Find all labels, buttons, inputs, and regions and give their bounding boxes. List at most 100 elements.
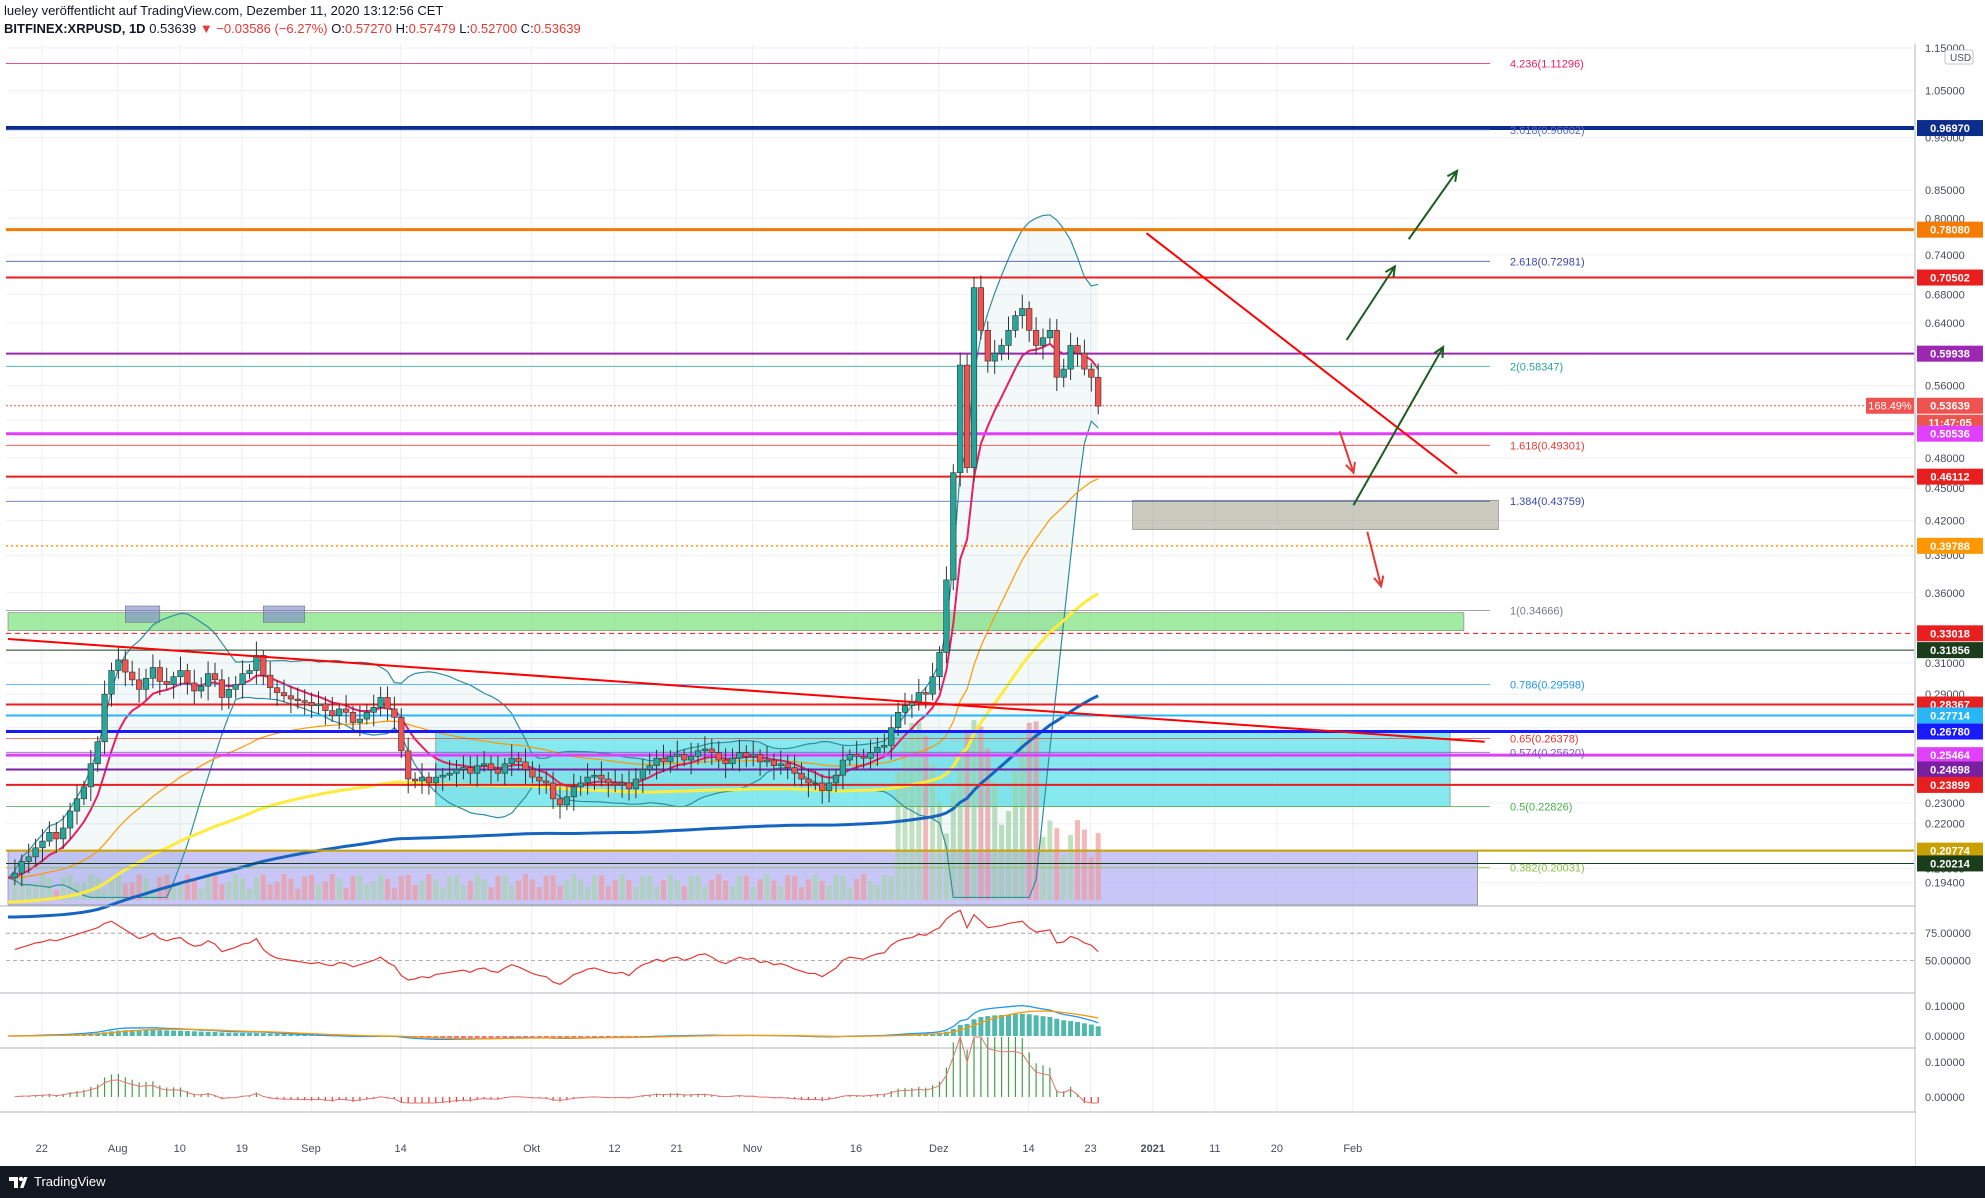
price-badge-label: 0.33018 bbox=[1930, 628, 1970, 640]
price-badge-label: 0.46112 bbox=[1930, 472, 1969, 484]
macd-hist bbox=[164, 1030, 170, 1036]
candle-body bbox=[853, 754, 860, 757]
macd-hist bbox=[1019, 1013, 1025, 1036]
candle-body bbox=[763, 759, 771, 763]
volume-bar bbox=[523, 874, 528, 900]
candle-body bbox=[32, 847, 39, 858]
price-badge-label: 0.59938 bbox=[1930, 349, 1970, 361]
chart-canvas[interactable]: 4.236(1.11296) 3.618(0.96602) 2.618(0.7298… bbox=[0, 44, 1985, 1166]
volume-bar bbox=[205, 876, 211, 900]
candle-body bbox=[232, 684, 239, 690]
time-tick: 22 bbox=[36, 1143, 48, 1155]
candle-body bbox=[556, 798, 564, 806]
volume-bar bbox=[481, 879, 487, 900]
publisher-line: lueley veröffentlicht auf TradingView.co… bbox=[4, 3, 444, 18]
volume-bar bbox=[385, 878, 390, 900]
macd-hist bbox=[1047, 1016, 1053, 1036]
candle-body bbox=[881, 745, 888, 748]
candle-body bbox=[115, 659, 122, 671]
candle-body bbox=[805, 778, 812, 784]
macd-hist bbox=[1075, 1021, 1080, 1036]
volume-bar bbox=[702, 886, 708, 900]
volume-bar bbox=[674, 880, 680, 900]
macd-hist bbox=[281, 1034, 287, 1036]
candle-body bbox=[11, 872, 19, 879]
volume-bar bbox=[536, 887, 542, 900]
candle-body bbox=[142, 677, 150, 690]
macd-hist bbox=[536, 1036, 542, 1038]
pct-badge-label: 168.49% bbox=[1868, 401, 1912, 413]
footer-brand[interactable]: TradingView bbox=[34, 1174, 106, 1189]
price-tick: 1.05000 bbox=[1925, 86, 1965, 98]
price-tick: 0.22000 bbox=[1925, 819, 1965, 831]
volume-bar bbox=[440, 887, 446, 900]
candle-body bbox=[701, 748, 708, 752]
candle-body bbox=[467, 767, 474, 774]
candle-body bbox=[674, 754, 681, 757]
time-tick: 19 bbox=[236, 1143, 248, 1155]
candle-body bbox=[1060, 368, 1067, 378]
price-tick: 0.64000 bbox=[1925, 318, 1965, 330]
volume-bar bbox=[1040, 836, 1046, 900]
candle-body bbox=[163, 681, 170, 685]
volume-bar bbox=[412, 885, 418, 900]
candle-body bbox=[1005, 330, 1012, 346]
volume-bar bbox=[316, 884, 321, 900]
macd-hist bbox=[474, 1036, 480, 1039]
time-axis[interactable]: 22 Aug 10 19 Sep 14 Okt 12 21 Nov 16 Dez 14 23 2021 11 2… bbox=[0, 1113, 1915, 1166]
macd-hist bbox=[178, 1030, 183, 1036]
price-tick: 0.48000 bbox=[1925, 453, 1965, 465]
footer-bar: TradingView bbox=[0, 1166, 1985, 1198]
price-tick: 0.85000 bbox=[1925, 185, 1965, 197]
candle-body bbox=[715, 752, 722, 761]
time-tick: 23 bbox=[1084, 1143, 1096, 1155]
volume-bar bbox=[281, 874, 287, 900]
candle-body bbox=[1074, 345, 1081, 354]
fib-label: 4.236(1.11296) bbox=[1510, 58, 1584, 70]
candle-body bbox=[177, 670, 184, 678]
time-tick: 10 bbox=[174, 1143, 186, 1155]
macd-hist bbox=[212, 1031, 218, 1036]
candle-body bbox=[1033, 330, 1040, 346]
candle-body bbox=[273, 687, 281, 693]
time-tick: 11 bbox=[1209, 1143, 1220, 1155]
candle-body bbox=[329, 710, 336, 716]
candle-body bbox=[784, 763, 791, 768]
macd-hist bbox=[253, 1032, 259, 1036]
candle-body bbox=[549, 782, 557, 800]
candle-body bbox=[487, 763, 495, 770]
candle-body bbox=[418, 776, 426, 782]
volume-bar bbox=[509, 885, 515, 900]
macd-hist bbox=[247, 1033, 252, 1036]
fib-label: 1.618(0.49301) bbox=[1510, 440, 1585, 452]
candle-body bbox=[708, 748, 715, 753]
volume-bar bbox=[226, 881, 232, 900]
pane-tick: 0.10000 bbox=[1925, 1001, 1965, 1013]
symbol-name[interactable]: BITFINEX:XRPUSD, 1D bbox=[4, 21, 146, 36]
volume-bar bbox=[764, 874, 770, 900]
volume-bar bbox=[391, 887, 397, 900]
volume-bar bbox=[661, 879, 666, 900]
candle-body bbox=[605, 778, 612, 784]
volume-bar bbox=[1047, 820, 1053, 900]
price-axis[interactable]: 1.150001.050000.950000.850000.800000.740… bbox=[1914, 44, 1985, 1166]
candle-body bbox=[922, 692, 929, 695]
candle-body bbox=[425, 776, 433, 784]
volume-bar bbox=[826, 885, 832, 900]
volume-bar bbox=[357, 874, 363, 900]
macd-hist bbox=[964, 1023, 970, 1036]
pane-tick: 75.00000 bbox=[1925, 928, 1971, 940]
low-label: L: bbox=[459, 21, 471, 36]
volume-bar bbox=[557, 885, 563, 900]
candle-body bbox=[770, 759, 777, 766]
price-badge-label: 0.39788 bbox=[1930, 541, 1970, 553]
price-tick: 0.68000 bbox=[1925, 289, 1965, 301]
volume-bar bbox=[364, 884, 370, 900]
volume-bar bbox=[329, 874, 335, 900]
volume-bar bbox=[681, 886, 687, 900]
fib-label: 1(0.34666) bbox=[1510, 605, 1563, 617]
macd-hist bbox=[1068, 1021, 1074, 1036]
candle-body bbox=[867, 752, 874, 759]
candle-body bbox=[950, 472, 957, 581]
candle-body bbox=[929, 676, 936, 695]
